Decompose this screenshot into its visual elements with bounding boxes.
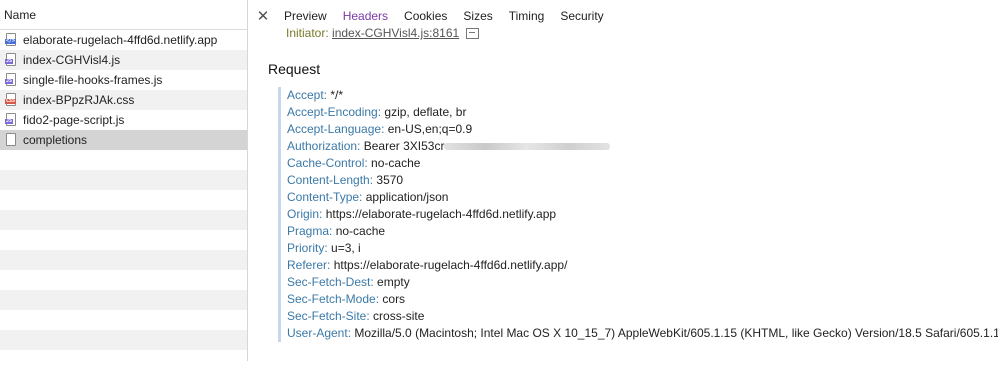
empty-row — [0, 350, 247, 370]
js-file-icon: JS — [5, 53, 17, 67]
header-line: Accept: */* — [287, 87, 998, 104]
header-key: Authorization: — [287, 139, 361, 153]
header-line: Origin: https://elaborate-rugelach-4ffd6… — [287, 206, 998, 223]
tab-sizes[interactable]: Sizes — [455, 9, 500, 23]
header-key: Accept-Language: — [287, 122, 385, 136]
file-name: index-CGHVisl4.js — [23, 53, 121, 67]
header-value: https://elaborate-rugelach-4ffd6d.netlif… — [333, 258, 568, 272]
header-key: Sec-Fetch-Dest: — [287, 275, 374, 289]
request-section-title: Request — [268, 61, 321, 77]
header-line: Cache-Control: no-cache — [287, 155, 998, 172]
header-value: u=3, i — [331, 241, 361, 255]
header-value: Bearer 3XI53cr — [363, 139, 445, 153]
header-key: Origin: — [287, 207, 323, 221]
header-value: application/json — [365, 190, 449, 204]
name-column-header[interactable]: Name — [0, 0, 247, 30]
header-value: cross-site — [373, 309, 425, 323]
header-line: Content-Length: 3570 — [287, 172, 998, 189]
empty-row — [0, 190, 247, 210]
headers-content: Initiator: index-CGHVisl4.js:8161 Reques… — [248, 26, 998, 361]
request-headers-list: Accept: */* Accept-Encoding: gzip, deflat… — [278, 87, 998, 342]
file-name: elaborate-rugelach-4ffd6d.netlify.app — [23, 33, 218, 47]
css-file-icon: CSS — [5, 93, 17, 107]
file-row[interactable]: CSS index-BPpzRJAk.css — [0, 90, 247, 110]
tab-timing[interactable]: Timing — [501, 9, 553, 23]
header-key: Accept-Encoding: — [287, 105, 382, 119]
header-line: Referer: https://elaborate-rugelach-4ffd… — [287, 257, 998, 274]
header-line: Priority: u=3, i — [287, 240, 998, 257]
empty-row — [0, 270, 247, 290]
tab-preview[interactable]: Preview — [276, 9, 335, 23]
header-value: en-US,en;q=0.9 — [387, 122, 473, 136]
header-key: User-Agent: — [287, 326, 352, 340]
header-line: Accept-Encoding: gzip, deflate, br — [287, 104, 998, 121]
empty-row — [0, 150, 247, 170]
header-value: https://elaborate-rugelach-4ffd6d.netlif… — [325, 207, 557, 221]
tab-security[interactable]: Security — [552, 9, 611, 23]
tab-headers[interactable]: Headers — [335, 9, 396, 23]
header-value: 3570 — [376, 173, 404, 187]
reveal-source-icon[interactable] — [465, 28, 479, 40]
html-file-icon: </> — [5, 33, 17, 47]
header-value: gzip, deflate, br — [384, 105, 467, 119]
initiator-label: Initiator: — [286, 26, 329, 40]
header-key: Content-Length: — [287, 173, 374, 187]
file-row[interactable]: JS single-file-hooks-frames.js — [0, 70, 247, 90]
header-value: */* — [330, 88, 344, 102]
close-icon[interactable]: ✕ — [250, 7, 276, 25]
empty-row — [0, 290, 247, 310]
file-name: index-BPpzRJAk.css — [23, 93, 135, 107]
empty-row — [0, 310, 247, 330]
initiator-link[interactable]: index-CGHVisl4.js:8161 — [332, 26, 459, 40]
tab-cookies[interactable]: Cookies — [396, 9, 455, 23]
empty-row — [0, 210, 247, 230]
header-line: Pragma: no-cache — [287, 223, 998, 240]
file-row[interactable]: completions — [0, 130, 247, 150]
doc-file-icon — [5, 133, 17, 147]
header-key: Referer: — [287, 258, 331, 272]
header-line: User-Agent: Mozilla/5.0 (Macintosh; Inte… — [287, 325, 998, 342]
file-name: fido2-page-script.js — [23, 113, 125, 127]
initiator-line: Initiator: index-CGHVisl4.js:8161 — [286, 26, 479, 40]
header-line: Sec-Fetch-Mode: cors — [287, 291, 998, 308]
empty-row — [0, 250, 247, 270]
header-key: Sec-Fetch-Mode: — [287, 292, 380, 306]
js-file-icon: JS — [5, 113, 17, 127]
header-value: empty — [377, 275, 410, 289]
header-line: Accept-Language: en-US,en;q=0.9 — [287, 121, 998, 138]
resource-list-panel: Name </> elaborate-rugelach-4ffd6d.netlif… — [0, 0, 248, 361]
header-value: Mozilla/5.0 (Macintosh; Intel Mac OS X 1… — [354, 326, 998, 340]
file-row[interactable]: </> elaborate-rugelach-4ffd6d.netlify.app — [0, 30, 247, 50]
header-value: cors — [382, 292, 406, 306]
header-key: Priority: — [287, 241, 328, 255]
file-row[interactable]: JS fido2-page-script.js — [0, 110, 247, 130]
resource-list: </> elaborate-rugelach-4ffd6d.netlify.app… — [0, 30, 247, 370]
header-key: Cache-Control: — [287, 156, 368, 170]
header-line: Authorization: Bearer 3XI53cr — [287, 138, 998, 155]
redacted-token — [444, 143, 611, 151]
header-line: Content-Type: application/json — [287, 189, 998, 206]
header-key: Pragma: — [287, 224, 333, 238]
empty-row — [0, 330, 247, 350]
file-name: single-file-hooks-frames.js — [23, 73, 163, 87]
header-key: Sec-Fetch-Site: — [287, 309, 370, 323]
empty-row — [0, 170, 247, 190]
header-line: Sec-Fetch-Site: cross-site — [287, 308, 998, 325]
header-line: Sec-Fetch-Dest: empty — [287, 274, 998, 291]
header-key: Accept: — [287, 88, 328, 102]
empty-row — [0, 230, 247, 250]
file-row[interactable]: JS index-CGHVisl4.js — [0, 50, 247, 70]
file-name: completions — [23, 133, 88, 147]
header-value: no-cache — [335, 224, 386, 238]
header-value: no-cache — [371, 156, 421, 170]
header-key: Content-Type: — [287, 190, 363, 204]
js-file-icon: JS — [5, 73, 17, 87]
